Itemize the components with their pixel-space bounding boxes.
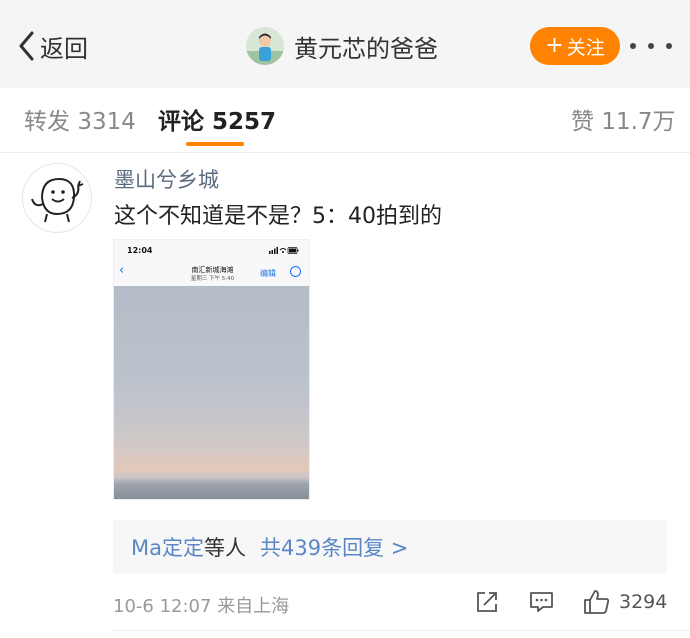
author-info[interactable]: 黄元芯的爸爸: [246, 26, 438, 66]
tab-bar: 转发 3314 评论 5257 赞 11.7万: [0, 88, 690, 153]
reply-count-link[interactable]: 共439条回复 >: [260, 532, 408, 562]
comment-timestamp: 10-6 12:07: [113, 596, 212, 617]
tab-comments-count: 5257: [212, 109, 277, 135]
tab-reposts-label: 转发: [24, 109, 70, 135]
commenter-avatar[interactable]: [22, 163, 92, 233]
back-label: 返回: [40, 34, 88, 63]
reply-user-name[interactable]: Ma定定: [131, 532, 204, 562]
follow-label: 关注: [566, 36, 605, 59]
replies-summary[interactable]: Ma定定 等人 共439条回复 >: [113, 520, 667, 574]
reply-others-text: 等人: [204, 536, 246, 560]
like-count: 3294: [619, 591, 668, 613]
chevron-left-icon: [19, 31, 34, 61]
photo-status-bar: 12:04: [114, 240, 309, 260]
photo-nav-bar: ‹ 南汇新城海滩 星期三 下午 5:40 编辑: [114, 260, 309, 287]
author-name: 黄元芯的爸爸: [294, 34, 438, 63]
comment-icon: [530, 592, 553, 612]
signal-battery-icon: [269, 247, 299, 254]
comment-source: 来自上海: [217, 596, 290, 617]
commenter-username[interactable]: 墨山兮乡城: [114, 164, 219, 194]
comment-meta: 10-6 12:07 来自上海: [113, 592, 289, 618]
tab-reposts[interactable]: 转发 3314: [24, 102, 136, 136]
comment-photo[interactable]: 12:04 ‹ 南汇新城海滩 星期三 下午 5:40 编辑: [113, 239, 310, 500]
photo-more-icon: [290, 266, 301, 277]
share-icon: [477, 592, 497, 612]
share-button[interactable]: [475, 587, 499, 617]
like-button[interactable]: 3294: [583, 587, 667, 617]
photo-nav-subtitle: 星期三 下午 5:40: [190, 276, 235, 282]
sky-photo: [114, 286, 309, 499]
photo-status-time: 12:04: [127, 246, 153, 255]
photo-nav-edit: 编辑: [260, 269, 276, 278]
more-dots-icon[interactable]: [630, 38, 672, 54]
active-tab-indicator: [186, 142, 244, 146]
comment-divider: [113, 630, 690, 631]
comment-text: 这个不知道是不是？5：40拍到的: [114, 204, 442, 229]
tab-likes[interactable]: 赞 11.7万: [571, 102, 676, 136]
top-navigation-bar: 返回 黄元芯的爸爸 + 关注: [0, 0, 690, 88]
tab-comments[interactable]: 评论 5257: [158, 102, 276, 136]
reply-button[interactable]: [529, 587, 554, 617]
plus-icon: +: [545, 33, 564, 58]
thumbs-up-icon: [584, 590, 610, 614]
back-button[interactable]: 返回: [18, 28, 88, 64]
author-avatar[interactable]: [246, 27, 284, 65]
tab-reposts-count: 3314: [77, 109, 136, 135]
tab-likes-label: 赞: [571, 109, 594, 135]
tab-comments-label: 评论: [158, 109, 204, 135]
tab-likes-count: 11.7万: [601, 109, 676, 135]
follow-button[interactable]: + 关注: [530, 27, 620, 65]
